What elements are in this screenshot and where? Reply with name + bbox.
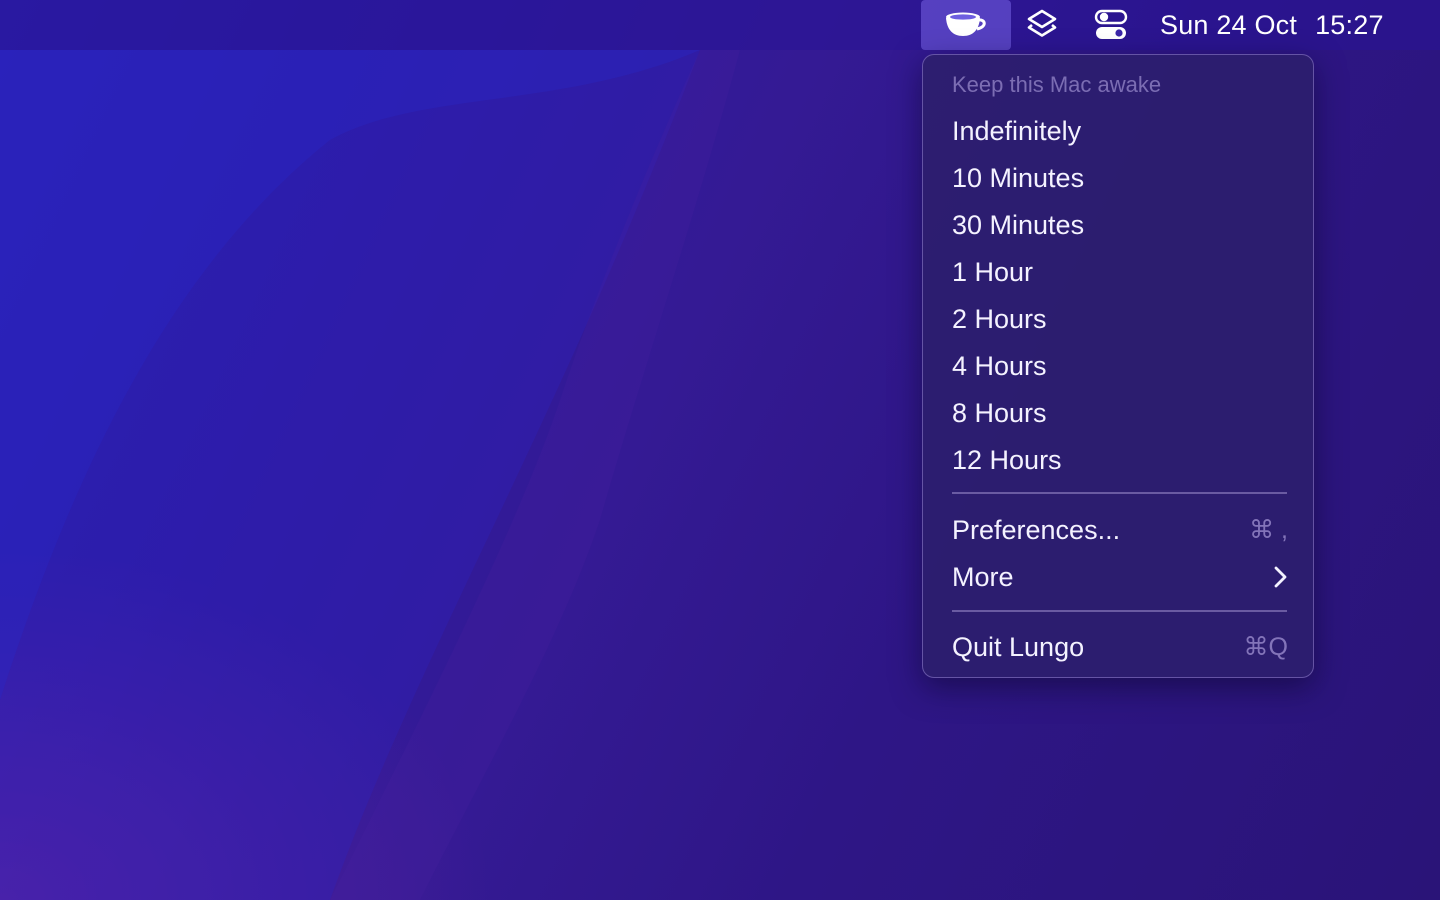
menu-item-label: Indefinitely: [952, 115, 1082, 146]
menu-item-10-minutes[interactable]: 10 Minutes: [952, 158, 1288, 198]
menu-item-label: 10 Minutes: [952, 162, 1085, 193]
lungo-dropdown-menu: Keep this Mac awake Indefinitely 10 Minu…: [922, 54, 1314, 678]
menu-item-12-hours[interactable]: 12 Hours: [952, 440, 1288, 480]
menu-item-label: 4 Hours: [952, 350, 1047, 381]
menu-item-indefinitely[interactable]: Indefinitely: [952, 111, 1288, 151]
menu-item-label: 30 Minutes: [952, 209, 1085, 240]
menu-bar: Sun 24 Oct 15:27: [0, 0, 1440, 50]
menu-item-label: More: [952, 561, 1014, 592]
menu-item-label: 12 Hours: [952, 444, 1062, 475]
layers-menu-extra[interactable]: [1020, 0, 1064, 50]
menu-item-label: 1 Hour: [952, 256, 1034, 287]
menu-item-label: 2 Hours: [952, 303, 1047, 334]
menu-item-label: Preferences...: [952, 514, 1121, 545]
menu-section-header: Keep this Mac awake: [952, 72, 1162, 97]
menu-item-label: Quit Lungo: [952, 631, 1085, 662]
menu-item-8-hours[interactable]: 8 Hours: [952, 393, 1288, 433]
control-center-icon: [1094, 9, 1128, 39]
clock-date: Sun 24 Oct: [1160, 9, 1298, 40]
menu-item-label: 8 Hours: [952, 397, 1047, 428]
coffee-cup-icon: [946, 12, 986, 36]
menu-item-4-hours[interactable]: 4 Hours: [952, 346, 1288, 386]
menu-item-preferences[interactable]: Preferences... ⌘ ,: [952, 510, 1288, 550]
menu-item-more[interactable]: More: [952, 557, 1288, 597]
menu-item-2-hours[interactable]: 2 Hours: [952, 299, 1288, 339]
menu-item-30-minutes[interactable]: 30 Minutes: [952, 205, 1288, 245]
chevron-right-icon: [1272, 565, 1288, 589]
layers-icon: [1027, 9, 1057, 37]
desktop: Sun 24 Oct 15:27 Keep this Mac awake Ind…: [0, 0, 1440, 900]
menu-item-quit[interactable]: Quit Lungo ⌘Q: [952, 627, 1288, 667]
lungo-menu-extra[interactable]: [921, 0, 1011, 50]
menu-separator: [952, 492, 1287, 494]
menu-item-1-hour[interactable]: 1 Hour: [952, 252, 1288, 292]
menubar-clock[interactable]: Sun 24 Oct 15:27: [1160, 0, 1420, 50]
control-center-menu-extra[interactable]: [1088, 0, 1134, 50]
preferences-shortcut: ⌘ ,: [1249, 516, 1288, 544]
menu-separator: [952, 610, 1287, 612]
quit-shortcut: ⌘Q: [1243, 633, 1288, 661]
clock-time: 15:27: [1315, 9, 1384, 40]
